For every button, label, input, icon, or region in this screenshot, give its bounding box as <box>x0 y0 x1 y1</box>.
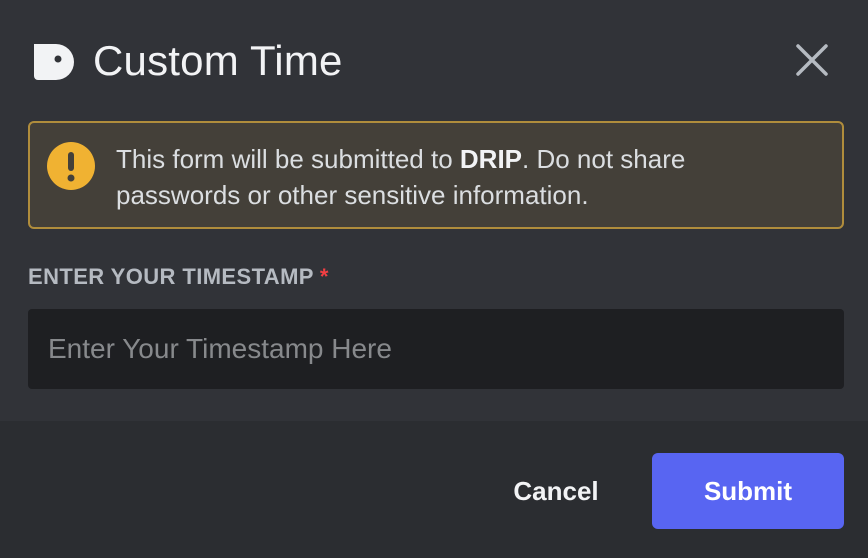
cancel-button[interactable]: Cancel <box>486 453 626 529</box>
submit-button[interactable]: Submit <box>652 453 844 529</box>
drip-logo-icon <box>34 44 74 80</box>
close-icon[interactable] <box>792 40 832 80</box>
warning-text: This form will be submitted to DRIP. Do … <box>116 141 816 213</box>
modal-title: Custom Time <box>93 37 343 84</box>
warning-app-name: DRIP <box>459 144 523 174</box>
modal-header: Custom Time <box>0 0 868 120</box>
warning-icon <box>47 142 95 190</box>
custom-time-modal: Custom Time This form will be submitted … <box>0 0 868 558</box>
warning-notice: This form will be submitted to DRIP. Do … <box>28 121 844 229</box>
required-asterisk: * <box>319 264 329 289</box>
timestamp-label-text: ENTER YOUR TIMESTAMP <box>28 264 314 289</box>
timestamp-input[interactable] <box>28 309 844 389</box>
warning-text-before: This form will be submitted to <box>116 144 460 174</box>
timestamp-field-label: ENTER YOUR TIMESTAMP * <box>28 262 329 292</box>
